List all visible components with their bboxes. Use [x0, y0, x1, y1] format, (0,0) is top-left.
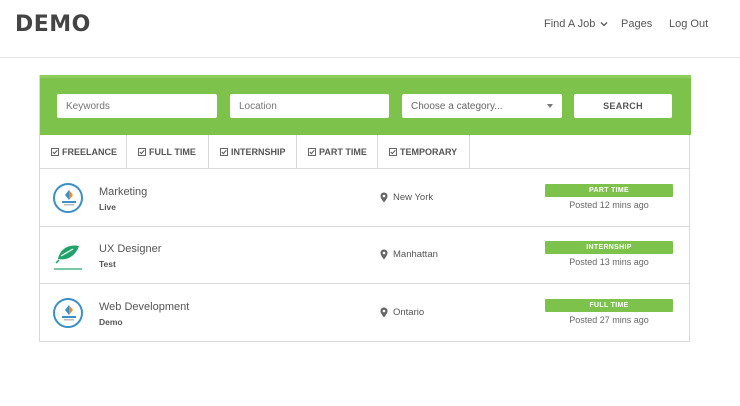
job-location-label: Manhattan — [393, 249, 438, 260]
category-select-value: Choose a category... — [411, 100, 503, 112]
posted-time: Posted 27 mins ago — [569, 315, 649, 325]
job-company: Live — [99, 202, 117, 212]
filter-label: PART TIME — [319, 147, 367, 157]
filter-label: TEMPORARY — [400, 147, 458, 157]
location-input[interactable] — [230, 94, 389, 118]
map-pin-icon — [380, 192, 388, 203]
filter-temporary[interactable]: TEMPORARY — [378, 135, 470, 169]
nav-find-a-job[interactable]: Find A Job — [544, 18, 609, 30]
company-logo-circle-icon — [53, 298, 83, 328]
checkbox-checked-icon — [51, 148, 59, 156]
job-type-badge: PART TIME — [545, 184, 673, 197]
filter-label: FREELANCE — [62, 147, 118, 157]
job-company: Demo — [99, 317, 123, 327]
map-pin-icon — [380, 307, 388, 318]
checkbox-checked-icon — [220, 148, 228, 156]
caret-down-icon — [547, 104, 553, 108]
checkbox-checked-icon — [389, 148, 397, 156]
job-location: Manhattan — [380, 249, 438, 260]
job-search-panel: Choose a category... SEARCH FREELANCE FU… — [39, 75, 691, 342]
job-company: Test — [99, 259, 116, 269]
keywords-input[interactable] — [57, 94, 217, 118]
site-logo[interactable]: DEMO — [15, 12, 91, 37]
job-location-label: Ontario — [393, 307, 425, 318]
site-header: DEMO Find A Job Pages Log Out — [0, 0, 740, 58]
filter-full-time[interactable]: FULL TIME — [127, 135, 209, 169]
job-title[interactable]: Marketing — [99, 186, 147, 198]
filter-internship[interactable]: INTERNSHIP — [209, 135, 297, 169]
filter-label: FULL TIME — [149, 147, 196, 157]
search-bar: Choose a category... SEARCH — [40, 75, 691, 135]
job-title[interactable]: UX Designer — [99, 243, 161, 255]
job-type-filters: FREELANCE FULL TIME INTERNSHIP PART TIME… — [40, 135, 689, 169]
job-listing[interactable]: Marketing Live New York PART TIME Posted… — [40, 170, 689, 227]
job-type-badge: FULL TIME — [545, 299, 673, 312]
job-location: Ontario — [380, 307, 424, 318]
job-location-label: New York — [393, 192, 434, 203]
company-logo-circle-icon — [53, 183, 83, 213]
search-button[interactable]: SEARCH — [574, 94, 672, 118]
checkbox-checked-icon — [138, 148, 146, 156]
category-select[interactable]: Choose a category... — [402, 94, 562, 118]
job-listing[interactable]: Web Development Demo Ontario FULL TIME P… — [40, 285, 689, 342]
chevron-down-icon — [600, 22, 608, 27]
job-type-badge: INTERNSHIP — [545, 241, 673, 254]
nav-find-a-job-label: Find A Job — [544, 18, 596, 30]
posted-time: Posted 12 mins ago — [569, 200, 649, 210]
nav-log-out[interactable]: Log Out — [669, 18, 708, 30]
job-location: New York — [380, 192, 433, 203]
checkbox-checked-icon — [308, 148, 316, 156]
filter-freelance[interactable]: FREELANCE — [40, 135, 127, 169]
map-pin-icon — [380, 249, 388, 260]
posted-time: Posted 13 mins ago — [569, 257, 649, 267]
company-logo-leaf-icon — [54, 245, 82, 270]
filter-label: INTERNSHIP — [231, 147, 286, 157]
job-listing[interactable]: UX Designer Test Manhattan INTERNSHIP Po… — [40, 227, 689, 284]
nav-pages[interactable]: Pages — [621, 18, 652, 30]
job-title[interactable]: Web Development — [99, 301, 189, 313]
filter-part-time[interactable]: PART TIME — [297, 135, 378, 169]
